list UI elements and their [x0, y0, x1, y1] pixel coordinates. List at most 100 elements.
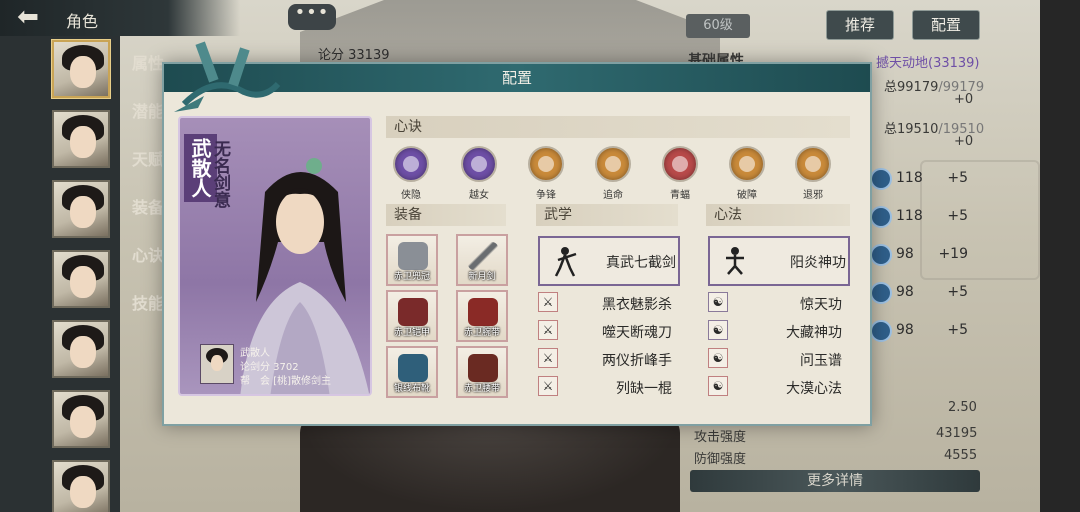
- config-modal: 配置 武散人 无名剑意 武散人 论剑分 3702 帮 会 [桃]散修剑主 心诀 …: [162, 41, 872, 426]
- stat-value: 98: [896, 322, 914, 338]
- xinfa-entry[interactable]: ☯ 惊天功: [708, 292, 850, 316]
- chat-button[interactable]: •••: [288, 4, 336, 30]
- card-name: 武散人: [240, 348, 270, 359]
- menu-talent[interactable]: 天赋: [132, 146, 164, 170]
- more-details-button[interactable]: 更多详情: [690, 470, 980, 492]
- martial-art-icon: ⚔: [538, 348, 558, 368]
- skill-slot[interactable]: 破障: [722, 146, 772, 202]
- skill-qingfu-icon: [662, 146, 698, 182]
- equipment-label: 新月剑: [468, 272, 496, 282]
- wuxue-name: 列缺一棍: [616, 381, 672, 397]
- inner-art-icon: ☯: [708, 320, 728, 340]
- skill-slot[interactable]: 青蝠: [655, 146, 705, 202]
- attack-value: 43195: [936, 426, 978, 441]
- equipment-slot[interactable]: 赤卫腰带: [456, 346, 508, 398]
- card-score: 论剑分 3702: [240, 362, 299, 373]
- skill-zhengfeng-icon: [528, 146, 564, 182]
- hp-total: 总99179: [884, 80, 939, 95]
- martial-art-icon: ⚔: [538, 320, 558, 340]
- equipment-label: 赤卫腕带: [463, 328, 500, 338]
- section-xinjue: 心诀: [386, 116, 850, 138]
- equipment-slot[interactable]: 赤卫铠甲: [386, 290, 438, 342]
- skill-label: 退邪: [803, 190, 823, 201]
- wuxue-entry[interactable]: ⚔ 黑衣魅影杀: [538, 292, 680, 316]
- skill-label: 争锋: [536, 190, 556, 201]
- right-edge-bar: [1040, 0, 1080, 512]
- xinfa-name: 问玉谱: [800, 353, 842, 369]
- character-portrait[interactable]: [52, 40, 110, 98]
- skill-zhuiming-icon: [595, 146, 631, 182]
- character-portrait[interactable]: [52, 390, 110, 448]
- equipment-slot[interactable]: 新月剑: [456, 234, 508, 286]
- martial-art-icon: ⚔: [538, 376, 558, 396]
- equipment-label: 赤卫铠甲: [393, 328, 430, 338]
- stat-bonus: +5: [947, 208, 968, 224]
- equipment-slot[interactable]: 赤卫兜冠: [386, 234, 438, 286]
- stat-row: 98 +5: [870, 280, 982, 306]
- xinfa-main-entry[interactable]: 阳炎神功: [708, 236, 850, 286]
- stat-row: 118 +5: [870, 204, 982, 230]
- skill-xiayin-icon: [393, 146, 429, 182]
- stat-icon: [870, 282, 892, 304]
- stat-icon: [870, 168, 892, 190]
- belt-icon: [468, 354, 498, 382]
- wuxue-main-name: 真武七截剑: [606, 255, 676, 271]
- equipment-slot[interactable]: 银线布靴: [386, 346, 438, 398]
- wuxue-name: 两仪折峰手: [602, 353, 672, 369]
- equipment-slot[interactable]: 赤卫腕带: [456, 290, 508, 342]
- back-button[interactable]: ⬅: [6, 4, 50, 32]
- wuxue-entry[interactable]: ⚔ 两仪折峰手: [538, 348, 680, 372]
- section-equipment: 装备: [386, 204, 506, 226]
- meditation-icon: [726, 247, 744, 275]
- recommend-button[interactable]: 推荐: [826, 10, 894, 40]
- menu-potential[interactable]: 潜能: [132, 98, 164, 122]
- character-card[interactable]: 武散人 无名剑意 武散人 论剑分 3702 帮 会 [桃]散修剑主: [178, 116, 372, 396]
- stat-value: 118: [896, 170, 923, 186]
- xinfa-name: 惊天功: [800, 297, 842, 313]
- helmet-icon: [398, 242, 428, 270]
- stat-icon: [870, 244, 892, 266]
- screen-title: 角色: [66, 12, 99, 31]
- stat-icon: [870, 320, 892, 342]
- skill-pozhang-icon: [729, 146, 765, 182]
- wuxue-entry[interactable]: ⚔ 噬天断魂刀: [538, 320, 680, 344]
- stat-value: 98: [896, 246, 914, 262]
- stat-bonus: +5: [947, 284, 968, 300]
- level-badge: 60级: [686, 14, 750, 38]
- xinfa-entry[interactable]: ☯ 大漠心法: [708, 376, 850, 400]
- skill-label: 追命: [603, 190, 623, 201]
- equipment-label: 赤卫兜冠: [393, 272, 430, 282]
- xinfa-entry[interactable]: ☯ 问玉谱: [708, 348, 850, 372]
- menu-skills[interactable]: 技能: [132, 290, 164, 314]
- config-button[interactable]: 配置: [912, 10, 980, 40]
- skill-slot[interactable]: 争锋: [521, 146, 571, 202]
- hp-bonus: +0: [954, 92, 974, 107]
- inner-art-icon: ☯: [708, 376, 728, 396]
- mp-total: 总19510: [884, 122, 939, 137]
- character-portrait[interactable]: [52, 320, 110, 378]
- xinfa-entry[interactable]: ☯ 大藏神功: [708, 320, 850, 344]
- skill-slot[interactable]: 侠隐: [386, 146, 436, 202]
- xinfa-main-name: 阳炎神功: [790, 255, 846, 271]
- stat-bonus: +19: [938, 246, 968, 262]
- menu-xinjue[interactable]: 心诀: [132, 242, 164, 266]
- skill-yuenv-icon: [461, 146, 497, 182]
- menu-equipment[interactable]: 装备: [132, 194, 164, 218]
- character-portrait[interactable]: [52, 180, 110, 238]
- mp-bonus: +0: [954, 134, 974, 149]
- equipment-label: 赤卫腰带: [463, 384, 500, 394]
- wuxue-entry[interactable]: ⚔ 列缺一棍: [538, 376, 680, 400]
- stat-row: 118 +5: [870, 166, 982, 192]
- wuxue-main-entry[interactable]: 真武七截剑: [538, 236, 680, 286]
- character-portrait[interactable]: [52, 250, 110, 308]
- skill-label: 侠隐: [401, 190, 421, 201]
- skill-slot[interactable]: 追命: [588, 146, 638, 202]
- character-portrait[interactable]: [52, 110, 110, 168]
- defense-value: 4555: [944, 448, 978, 463]
- skill-slot[interactable]: 越女: [454, 146, 504, 202]
- wuxue-name: 噬天断魂刀: [602, 325, 672, 341]
- character-portrait[interactable]: [52, 460, 110, 512]
- mini-portrait: [200, 344, 234, 384]
- menu-attributes[interactable]: 属性: [132, 50, 164, 74]
- skill-slot[interactable]: 退邪: [788, 146, 838, 202]
